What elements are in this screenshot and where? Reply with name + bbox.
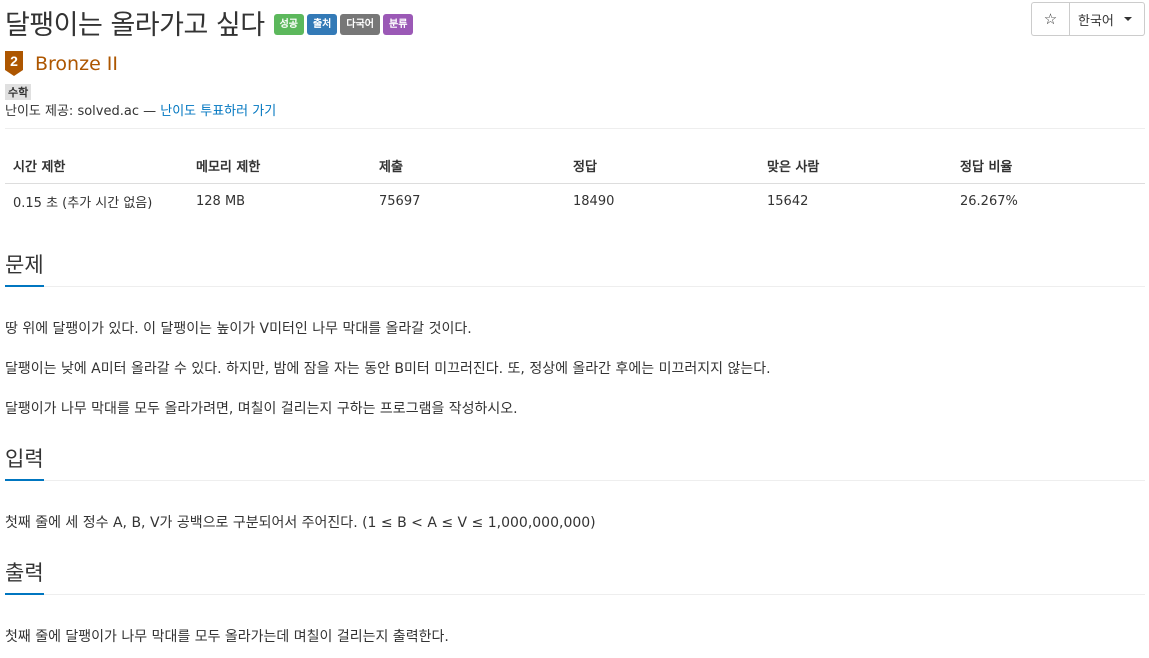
tag-item[interactable]: 수학 — [5, 84, 32, 100]
label-source[interactable]: 출처 — [306, 13, 338, 35]
description-paragraph: 땅 위에 달팽이가 있다. 이 달팽이는 높이가 V미터인 나무 막대를 올라갈… — [5, 321, 472, 337]
table-header: 메모리 제한 — [188, 148, 371, 184]
problem-info-table: 시간 제한 메모리 제한 제출 정답 맞은 사람 정답 비율 0.15 초 (추… — [5, 148, 1145, 219]
tier-badge-icon: 2 — [5, 51, 23, 76]
table-header: 맞은 사람 — [759, 148, 952, 184]
table-cell: 75697 — [379, 193, 421, 209]
description-heading: 문제 — [5, 250, 44, 287]
description-paragraph: 달팽이는 낮에 A미터 올라갈 수 있다. 하지만, 밤에 잠을 자는 동안 B… — [5, 361, 771, 377]
output-paragraph: 첫째 줄에 달팽이가 나무 막대를 모두 올라가는데 며칠이 걸리는지 출력한다… — [5, 629, 449, 645]
table-header: 정답 비율 — [952, 148, 1145, 184]
table-header: 시간 제한 — [5, 148, 188, 184]
tier-name[interactable]: Bronze II — [35, 53, 118, 75]
credit-text: 난이도 제공: solved.ac — — [5, 104, 161, 119]
difficulty-credit: 난이도 제공: solved.ac — 난이도 투표하러 가기 — [5, 100, 276, 119]
tag-list: 수학 — [5, 81, 32, 100]
input-heading: 입력 — [5, 444, 44, 481]
star-button[interactable]: ☆ — [1031, 2, 1069, 36]
table-header: 제출 — [371, 148, 565, 184]
label-success[interactable]: 성공 — [273, 13, 304, 35]
language-label: 한국어 — [1078, 13, 1114, 29]
table-cell: 15642 — [767, 193, 809, 209]
table-header: 정답 — [565, 148, 759, 184]
caret-down-icon — [1123, 17, 1132, 21]
table-cell: 18490 — [573, 193, 615, 209]
divider — [5, 128, 1145, 129]
page-title: 달팽이는 올라가고 싶다 — [5, 9, 265, 41]
title-row: 달팽이는 올라가고 싶다 성공 출처 다국어 분류 — [5, 2, 414, 42]
tier-row: 2 Bronze II — [5, 51, 118, 76]
description-section-header: 문제 — [5, 247, 1145, 287]
tier-number: 2 — [10, 53, 18, 69]
table-cell: 128 MB — [196, 193, 246, 209]
vote-difficulty-link[interactable]: 난이도 투표하러 가기 — [160, 104, 276, 119]
star-icon: ☆ — [1043, 10, 1058, 28]
output-section-header: 출력 — [5, 555, 1145, 595]
language-dropdown[interactable]: 한국어 — [1069, 2, 1145, 36]
input-section-header: 입력 — [5, 441, 1145, 481]
table-row: 0.15 초 (추가 시간 없음) 128 MB 75697 18490 156… — [5, 183, 1145, 219]
output-heading: 출력 — [5, 558, 44, 595]
label-multilingual[interactable]: 다국어 — [340, 13, 380, 35]
top-toolbar: ☆ 한국어 — [1031, 2, 1145, 36]
table-header-row: 시간 제한 메모리 제한 제출 정답 맞은 사람 정답 비율 — [5, 148, 1145, 184]
input-paragraph: 첫째 줄에 세 정수 A, B, V가 공백으로 구분되어서 주어진다. (1 … — [5, 515, 596, 531]
description-paragraph: 달팽이가 나무 막대를 모두 올라가려면, 며칠이 걸리는지 구하는 프로그램을… — [5, 401, 518, 417]
label-category[interactable]: 분류 — [383, 13, 414, 35]
table-cell: 26.267% — [960, 193, 1018, 209]
table-cell: 0.15 초 (추가 시간 없음) — [13, 195, 153, 211]
problem-labels: 성공 출처 다국어 분류 — [273, 13, 414, 35]
